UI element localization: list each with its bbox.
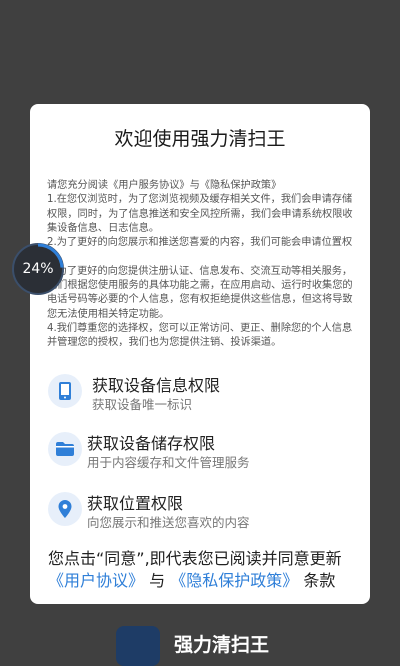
consent-suffix: 条款: [303, 571, 336, 590]
permission-title: 获取位置权限: [87, 494, 184, 513]
consent-prefix: 您点击“同意”,即代表您已阅读并同意更新: [48, 549, 342, 568]
progress-badge[interactable]: 24%: [12, 243, 64, 295]
terms-line: 请您充分阅读《用户服务协议》与《隐私保护政策》: [47, 180, 282, 191]
dialog-title: 欢迎使用强力清扫王: [114, 128, 286, 150]
folder-icon: [48, 432, 82, 466]
progress-label: 24%: [22, 261, 54, 277]
permission-title: 获取设备储存权限: [87, 434, 216, 453]
permission-dialog: 欢迎使用强力清扫王 请您充分阅读《用户服务协议》与《隐私保护政策》 1.在您仅浏…: [30, 104, 370, 604]
app-logo: [116, 626, 160, 666]
permission-desc: 向您展示和推送您喜欢的内容: [87, 515, 250, 530]
app-name: 强力清扫王: [174, 634, 270, 656]
permission-title: 获取设备信息权限: [92, 376, 221, 395]
terms-line: 1.在您仅浏览时，为了您浏览视频及缓存相关文件，我们会申请存储权限，同时，为了信…: [47, 194, 353, 234]
privacy-policy-link[interactable]: 《隐私保护政策》: [170, 571, 298, 590]
terms-line: 2.为了更好的向您展示和推送您喜爱的内容，我们可能会申请位置权限。: [47, 237, 353, 263]
permission-device-info: 获取设备信息权限 获取设备唯一标识: [48, 370, 358, 414]
consent-text: 您点击“同意”,即代表您已阅读并同意更新《用户协议》 与 《隐私保护政策》 条款: [48, 548, 358, 592]
terms-line: 3.为了更好的向您提供注册认证、信息发布、交流互动等相关服务，我们根据您使用服务…: [47, 265, 353, 320]
user-agreement-link[interactable]: 《用户协议》: [48, 571, 144, 590]
permission-storage: 获取设备储存权限 用于内容缓存和文件管理服务: [48, 428, 358, 472]
phone-icon: [48, 374, 82, 408]
location-pin-icon: [48, 492, 82, 526]
consent-mid: 与: [149, 571, 166, 590]
permission-location: 获取位置权限 向您展示和推送您喜欢的内容: [48, 488, 358, 532]
permission-desc: 用于内容缓存和文件管理服务: [87, 455, 250, 470]
terms-line: 4.我们尊重您的选择权，您可以正常访问、更正、删除您的个人信息并管理您的授权，我…: [47, 322, 353, 349]
terms-text: 请您充分阅读《用户服务协议》与《隐私保护政策》 1.在您仅浏览时，为了您浏览视频…: [47, 179, 354, 351]
permission-desc: 获取设备唯一标识: [92, 397, 193, 412]
